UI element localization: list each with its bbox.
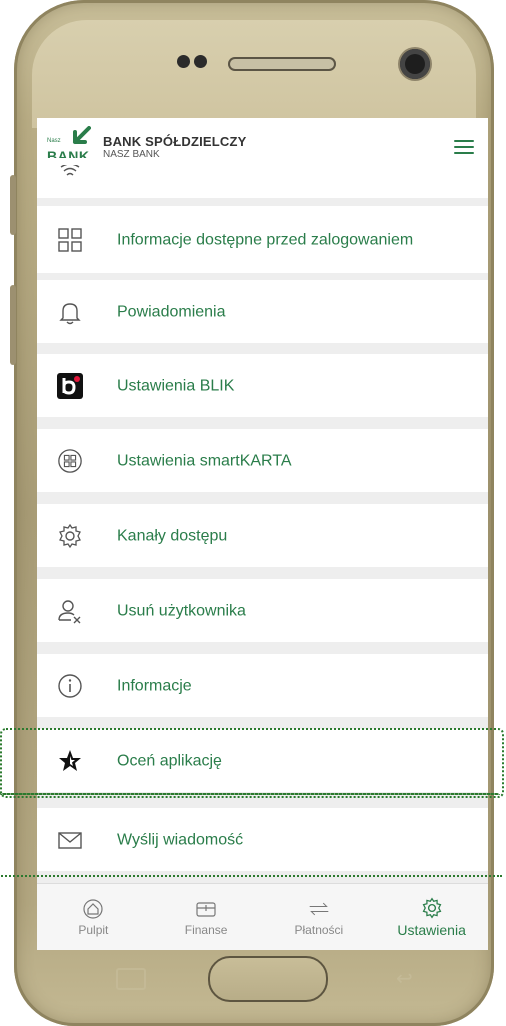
menu-item-label: Oceń aplikację: [117, 752, 222, 769]
star-icon: [57, 748, 83, 774]
hamburger-menu-icon[interactable]: [454, 140, 474, 154]
tab-finanse[interactable]: Finanse: [150, 884, 263, 950]
menu-item-label: Wyślij wiadomość: [117, 831, 244, 848]
bottom-bezel: ↩: [36, 950, 472, 1008]
info-icon: [57, 673, 83, 699]
logo-arrow-icon: [73, 126, 91, 144]
menu-item-blik-settings[interactable]: Ustawienia BLIK: [37, 354, 488, 417]
tab-label: Płatności: [294, 923, 344, 937]
blik-icon: [57, 372, 83, 399]
menu-item-remove-user[interactable]: Usuń użytkownika: [37, 579, 488, 642]
remove-user-icon: [57, 598, 83, 624]
menu-item-information[interactable]: Informacje: [37, 654, 488, 717]
top-bezel: [32, 20, 476, 128]
bell-icon: [57, 299, 83, 325]
home-icon: [82, 898, 104, 920]
menu-item-label: Informacje dostępne przed zalogowaniem: [117, 231, 414, 248]
menu-item-smartkarta-settings[interactable]: Ustawienia smartKARTA: [37, 429, 488, 492]
menu-item-info-before-login[interactable]: Informacje dostępne przed zalogowaniem: [37, 206, 488, 273]
tab-ustawienia[interactable]: Ustawienia: [375, 884, 488, 950]
tab-label: Ustawienia: [397, 922, 466, 938]
logo-small-text: Nasz: [47, 138, 61, 144]
menu-item-label: Kanały dostępu: [117, 527, 228, 544]
front-camera: [400, 49, 430, 79]
fingerprint-icon: [57, 158, 83, 184]
gear-icon: [57, 523, 83, 549]
earpiece-speaker: [228, 57, 336, 71]
tab-label: Pulpit: [78, 923, 109, 937]
volume-button: [10, 285, 16, 365]
app-screen: Nasz BANK BANK SPÓŁDZIELCZY NASZ BANK In…: [37, 118, 488, 950]
menu-item-label: Informacje: [117, 677, 192, 694]
menu-item-send-message[interactable]: Wyślij wiadomość: [37, 808, 488, 871]
bottom-navigation: Pulpit Finanse Płatności Ustawienia: [37, 883, 488, 950]
transfer-arrows-icon: [308, 898, 330, 920]
tab-platnosci[interactable]: Płatności: [263, 884, 376, 950]
bank-name: BANK SPÓŁDZIELCZY: [103, 134, 247, 149]
menu-item-notifications[interactable]: Powiadomienia: [37, 280, 488, 343]
sensor-dots: [177, 55, 207, 68]
menu-item-label: Ustawienia smartKARTA: [117, 452, 292, 469]
grid-icon: [57, 227, 83, 253]
tab-pulpit[interactable]: Pulpit: [37, 884, 150, 950]
gear-icon: [421, 897, 443, 919]
menu-item-fingerprint[interactable]: [37, 158, 488, 198]
menu-item-label: Ustawienia BLIK: [117, 377, 235, 394]
smartkarta-icon: [57, 448, 83, 474]
wallet-icon: [195, 898, 217, 920]
tab-label: Finanse: [184, 923, 228, 937]
envelope-icon: [57, 827, 83, 853]
home-button[interactable]: [208, 956, 328, 1002]
menu-item-access-channels[interactable]: Kanały dostępu: [37, 504, 488, 567]
recent-apps-button[interactable]: [116, 968, 146, 990]
back-button[interactable]: ↩: [396, 966, 413, 991]
volume-button: [10, 175, 16, 235]
menu-item-label: Powiadomienia: [117, 303, 226, 320]
menu-item-rate-app[interactable]: Oceń aplikację: [37, 729, 488, 792]
menu-item-label: Usuń użytkownika: [117, 602, 246, 619]
